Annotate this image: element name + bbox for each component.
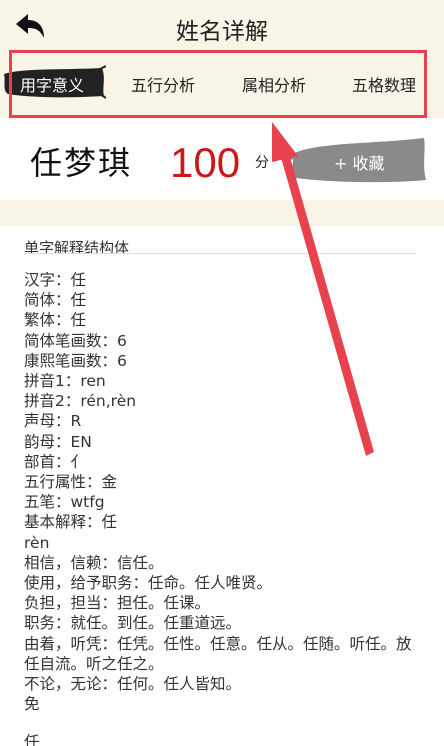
section-divider-band [0, 200, 444, 226]
detail-line: 简体笔画数：6 [24, 331, 127, 350]
detail-line: 拼音1：ren [24, 372, 106, 391]
tab-highlight-box [9, 50, 427, 118]
character-details: 汉字：任 简体：任 繁体：任 简体笔画数：6 康熙笔画数：6 拼音1：ren 拼… [24, 270, 414, 714]
detail-line: 基本解释：任 [24, 513, 118, 532]
detail-line: 韵母：EN [24, 432, 92, 451]
detail-line: 汉字：任 [24, 271, 87, 289]
detail-line: 免 [24, 695, 40, 714]
page-title: 姓名详解 [176, 19, 268, 45]
detail-line: rèn [24, 533, 50, 552]
section-title: 单字解释结构体 [24, 238, 416, 254]
detail-line: 声母：R [24, 412, 82, 431]
detail-line: 由着，听凭：任凭。任性。任意。任从。任随。听任。放任自流。听之任之。 [24, 634, 412, 673]
favorite-button[interactable]: + 收藏 [334, 150, 385, 174]
detail-line: 五行属性：金 [24, 473, 118, 492]
detail-line: 任 [24, 733, 40, 746]
detail-line: 负担，担当：担任。任课。 [24, 594, 211, 613]
name-score: 100 [170, 139, 241, 186]
detail-line: 拼音2：rén,rèn [24, 392, 137, 411]
detail-line: 相信，信赖：信任。 [24, 553, 164, 572]
score-unit: 分 [255, 155, 269, 171]
detail-line: 不论，无论：任何。任人皆知。 [24, 675, 242, 694]
detail-line: 简体：任 [24, 291, 87, 310]
detail-line: 五笔：wtfg [24, 493, 105, 512]
detail-line: 职务：就任。到任。任重道远。 [24, 614, 242, 633]
detail-line: 部首：亻 [24, 452, 87, 471]
detail-line: 繁体：任 [24, 311, 87, 330]
detail-line: 使用，给予职务：任命。任人唯贤。 [24, 574, 273, 593]
name-text: 任梦琪 [30, 144, 133, 182]
detail-line: 康熙笔画数：6 [24, 351, 127, 370]
